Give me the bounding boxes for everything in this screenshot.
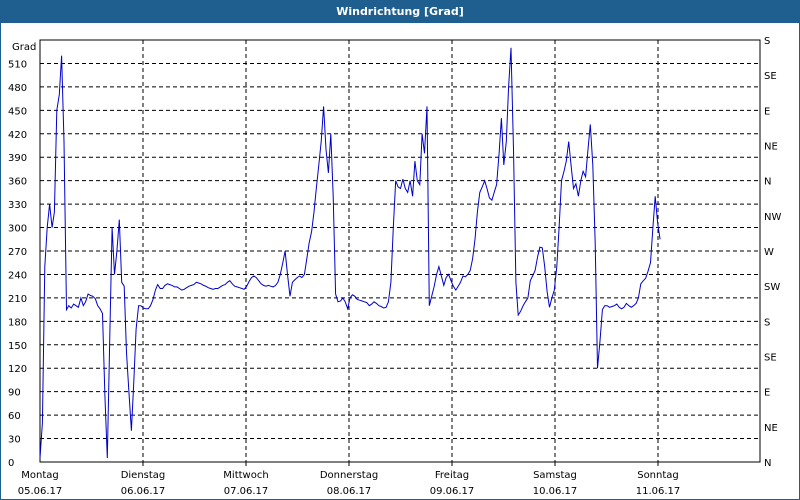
compass-label: NE xyxy=(764,142,778,153)
y-tick-label: 180 xyxy=(8,317,27,328)
y-tick-label: 120 xyxy=(8,364,27,375)
y-tick-label: 360 xyxy=(8,177,27,188)
x-tick-date: 07.06.17 xyxy=(224,486,269,497)
y-tick-label: 330 xyxy=(8,200,27,211)
series-group xyxy=(39,47,661,459)
compass-label: NE xyxy=(764,423,778,434)
y-tick-label: 390 xyxy=(8,153,27,164)
y-tick-label: 450 xyxy=(8,106,27,117)
compass-label: NW xyxy=(764,212,781,223)
y-tick-label: 270 xyxy=(8,247,27,258)
compass-label: S xyxy=(764,317,770,328)
grid-lines xyxy=(40,40,760,462)
x-tick-date: 10.06.17 xyxy=(533,486,578,497)
series-line xyxy=(39,47,661,459)
compass-label: S xyxy=(764,36,770,47)
y-tick-label: 0 xyxy=(8,458,14,469)
y-axis-label: Grad xyxy=(12,42,36,53)
compass-label: E xyxy=(764,106,770,117)
y-tick-label: 420 xyxy=(8,130,27,141)
y-tick-label: 90 xyxy=(8,388,21,399)
y-tick-label: 30 xyxy=(8,435,21,446)
wind-direction-chart: Grad 0 30 60 90 120 150 180 210 240 270 300 330 360 3… xyxy=(8,36,781,497)
x-tick-date: 08.06.17 xyxy=(327,486,372,497)
compass-label: SE xyxy=(764,71,777,82)
y-tick-label: 480 xyxy=(8,83,27,94)
compass-label: N xyxy=(764,177,771,188)
x-tick-day: Sonntag xyxy=(637,470,679,481)
x-tick-day: Donnerstag xyxy=(320,470,378,481)
compass-label: SW xyxy=(764,282,780,293)
compass-label: E xyxy=(764,388,770,399)
x-tick-labels: Montag 05.06.17 Dienstag 06.06.17 Mittwoch 07… xyxy=(18,462,681,497)
compass-label: N xyxy=(764,458,771,469)
x-tick-day: Dienstag xyxy=(121,470,166,481)
y-tick-labels: 0 30 60 90 120 150 180 210 240 270 300 330 360 390 420… xyxy=(8,59,27,469)
x-tick-day: Freitag xyxy=(435,470,469,481)
y-tick-label: 150 xyxy=(8,341,27,352)
x-tick-date: 05.06.17 xyxy=(18,486,63,497)
compass-label: SE xyxy=(764,353,777,364)
y-tick-label: 510 xyxy=(8,59,27,70)
x-tick-date: 11.06.17 xyxy=(636,486,681,497)
compass-label: W xyxy=(764,247,774,258)
x-tick-day: Samstag xyxy=(533,470,577,481)
y-tick-label: 240 xyxy=(8,270,27,281)
x-tick-day: Montag xyxy=(21,470,58,481)
x-tick-day: Mittwoch xyxy=(223,470,268,481)
compass-tick-labels: N NE E SE S SW W NW N NE E SE S xyxy=(764,36,781,469)
x-tick-date: 06.06.17 xyxy=(121,486,166,497)
y-tick-label: 300 xyxy=(8,224,27,235)
x-tick-date: 09.06.17 xyxy=(430,486,475,497)
y-tick-label: 60 xyxy=(8,411,21,422)
y-tick-label: 210 xyxy=(8,294,27,305)
